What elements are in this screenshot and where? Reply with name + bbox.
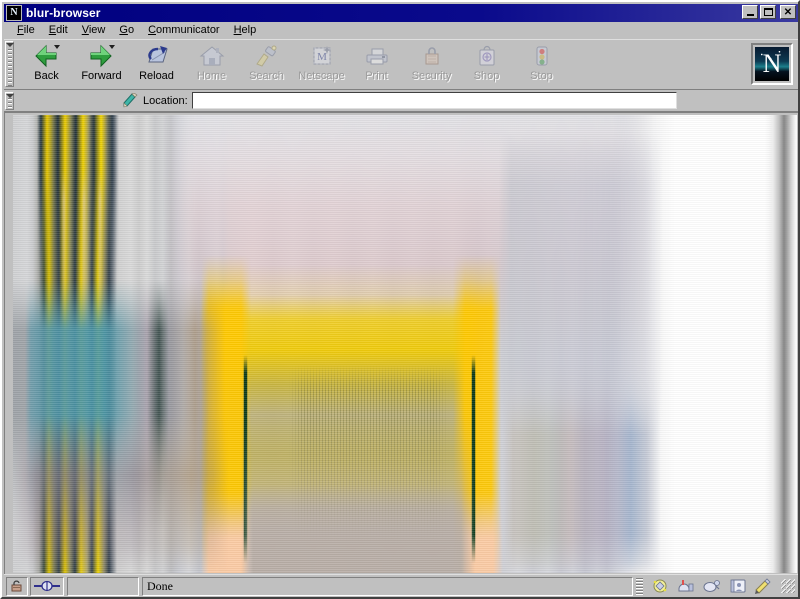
connection-status-button[interactable] xyxy=(30,576,64,596)
security-status-button[interactable] xyxy=(6,576,28,596)
network-connection-icon xyxy=(34,580,60,592)
status-text: Done xyxy=(142,576,633,596)
stop-label: Stop xyxy=(530,70,553,82)
component-newsgroups-button[interactable] xyxy=(699,577,725,596)
close-icon: ✕ xyxy=(783,6,793,18)
security-label: Security xyxy=(411,70,452,82)
location-collapse-grip[interactable] xyxy=(5,91,14,110)
progress-meter xyxy=(67,576,139,596)
netscape-label: Netscape xyxy=(298,70,345,82)
home-label: Home xyxy=(196,70,227,82)
maximize-button[interactable] xyxy=(760,5,776,19)
browser-window: N blur-browser ✕ File Edit View Go Commu… xyxy=(0,0,800,599)
netscape-n-logo[interactable]: N xyxy=(751,43,793,85)
stop-button[interactable]: Stop xyxy=(514,42,569,87)
window-resize-grip[interactable] xyxy=(781,579,795,593)
component-bar-grip[interactable] xyxy=(636,577,643,595)
svg-text:M: M xyxy=(317,51,327,63)
toolbar-collapse-grip[interactable] xyxy=(5,41,14,87)
netscape-logo-letter: N xyxy=(755,47,789,81)
menu-label-communicator-rest: ommunicator xyxy=(156,24,220,36)
shop-label: Shop xyxy=(473,70,500,82)
home-icon xyxy=(198,43,226,69)
title-bar[interactable]: N blur-browser ✕ xyxy=(4,4,798,22)
close-button[interactable]: ✕ xyxy=(780,5,796,19)
content-area xyxy=(4,112,798,574)
menu-label-edit-rest: dit xyxy=(56,24,68,36)
print-button[interactable]: Print xyxy=(349,42,404,87)
menu-item-file[interactable]: File xyxy=(10,23,42,38)
menu-label-file-rest: ile xyxy=(23,24,35,36)
location-toolbar: Location: xyxy=(4,90,798,112)
component-bar xyxy=(636,577,796,596)
reload-label: Reload xyxy=(139,70,174,82)
grip-dots xyxy=(7,49,12,86)
print-label: Print xyxy=(365,70,388,82)
reload-icon xyxy=(143,43,171,69)
menu-item-communicator[interactable]: Communicator xyxy=(141,23,227,38)
printer-icon xyxy=(363,43,391,69)
page-scrollbar-blur[interactable] xyxy=(13,115,797,573)
component-composer-button[interactable] xyxy=(751,577,777,596)
security-button[interactable]: Security xyxy=(404,42,459,87)
forward-arrow-icon xyxy=(88,43,116,69)
newsgroups-icon xyxy=(703,580,720,592)
navigation-toolbar: Back Forward Reload Home Search M Netsca… xyxy=(4,39,798,90)
component-navigator-button[interactable] xyxy=(647,577,673,596)
mailbox-icon xyxy=(678,580,694,592)
stop-light-icon xyxy=(528,43,556,69)
menu-label-help-rest: elp xyxy=(241,24,257,36)
component-mailbox-button[interactable] xyxy=(673,577,699,596)
menu-item-go[interactable]: Go xyxy=(112,23,141,38)
netscape-button[interactable]: M Netscape xyxy=(294,42,349,87)
location-label: Location: xyxy=(143,94,188,107)
reload-button[interactable]: Reload xyxy=(129,42,184,87)
status-bar: Done xyxy=(4,574,798,597)
component-address-book-button[interactable] xyxy=(725,577,751,596)
search-label: Search xyxy=(249,70,284,82)
menu-label-go-rest: o xyxy=(127,24,135,36)
address-book-icon xyxy=(730,579,746,593)
shop-button[interactable]: Shop xyxy=(459,42,514,87)
window-title: blur-browser xyxy=(26,6,101,20)
menu-item-edit[interactable]: Edit xyxy=(42,23,75,38)
menu-bar: File Edit View Go Communicator Help xyxy=(4,22,798,39)
navigator-icon xyxy=(653,579,667,593)
back-button[interactable]: Back xyxy=(19,42,74,87)
grip-dots xyxy=(7,97,12,109)
my-netscape-icon: M xyxy=(308,43,336,69)
shopping-bag-icon xyxy=(473,43,501,69)
composer-icon xyxy=(755,578,771,594)
menu-label-view-rest: iew xyxy=(88,24,106,36)
netscape-n-icon[interactable]: N xyxy=(6,5,22,21)
search-button[interactable]: Search xyxy=(239,42,294,87)
security-lock-icon xyxy=(418,43,446,69)
maximize-icon xyxy=(763,8,773,16)
forward-label: Forward xyxy=(81,70,122,82)
window-controls: ✕ xyxy=(742,5,796,19)
location-input[interactable] xyxy=(191,92,677,109)
minimize-button[interactable] xyxy=(742,5,758,19)
toolbar-buttons: Back Forward Reload Home Search M Netsca… xyxy=(19,42,569,87)
chevron-down-icon xyxy=(5,43,14,47)
home-button[interactable]: Home xyxy=(184,42,239,87)
forward-button[interactable]: Forward xyxy=(74,42,129,87)
security-padlock-icon xyxy=(11,580,22,592)
back-arrow-icon xyxy=(33,43,61,69)
blurred-page-image[interactable] xyxy=(13,115,797,573)
minimize-icon xyxy=(746,14,754,16)
search-flashlight-icon xyxy=(253,43,281,69)
back-label: Back xyxy=(34,70,59,82)
menu-item-help[interactable]: Help xyxy=(227,23,264,38)
menu-item-view[interactable]: View xyxy=(75,23,113,38)
bookmark-pen-icon[interactable] xyxy=(121,92,139,109)
